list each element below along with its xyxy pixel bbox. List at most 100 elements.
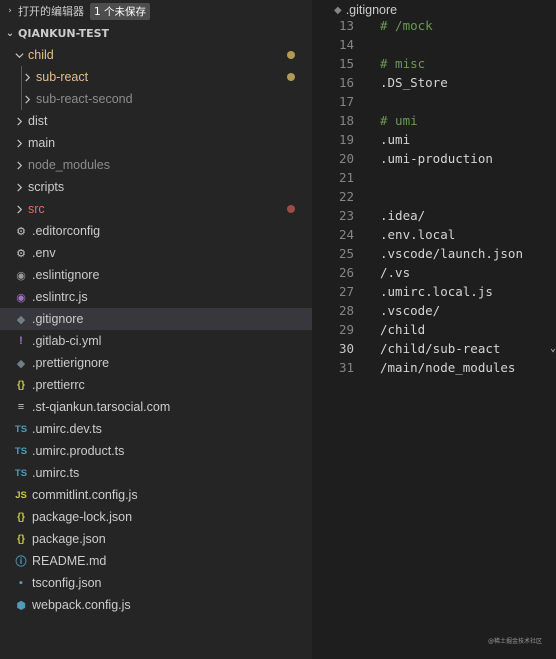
chevron-right-icon[interactable] [12, 116, 26, 126]
chevron-right-icon[interactable] [12, 138, 26, 148]
tree-item-label: .eslintignore [32, 268, 100, 282]
root-folder-title: QIANKUN-TEST [18, 26, 110, 40]
tree-item-label: README.md [32, 554, 107, 568]
code-line[interactable]: 28 .vscode/ [312, 301, 556, 320]
eslint-icon: ◉ [16, 291, 26, 304]
tsconfig-icon: ▪ [19, 577, 23, 589]
code-line[interactable]: 18 # umi [312, 111, 556, 130]
javascript-icon: JS [15, 489, 27, 501]
file-item[interactable]: ◉ .eslintrc.js [0, 286, 312, 308]
code-area[interactable]: 13 # /mock 14 15 # misc 16 .DS_Store 17 18 # umi 1… [312, 16, 556, 377]
tree-item-label: .umirc.ts [32, 466, 80, 480]
line-text: # umi [380, 113, 418, 128]
line-number: 22 [338, 189, 354, 204]
line-text: .env.local [380, 227, 456, 242]
line-text: /main/node_modules [380, 360, 516, 375]
file-item[interactable]: ◆ .prettierignore [0, 352, 312, 374]
tree-item-label: scripts [28, 180, 65, 194]
code-line[interactable]: 20 .umi-production [312, 149, 556, 168]
file-item[interactable]: ≡ .st-qiankun.tarsocial.com [0, 396, 312, 418]
code-line[interactable]: 23 .idea/ [312, 206, 556, 225]
typescript-icon: TS [14, 467, 28, 479]
code-line[interactable]: 14 [312, 35, 556, 54]
chevron-right-icon[interactable] [12, 204, 26, 214]
unsaved-badge: 1 个未保存 [90, 2, 151, 20]
folder-item[interactable]: dist [0, 110, 312, 132]
chevron-right-icon[interactable] [12, 160, 26, 170]
code-line[interactable]: 26 /.vs [312, 263, 556, 282]
folder-item[interactable]: child [0, 44, 312, 66]
typescript-icon: TS [14, 423, 28, 435]
file-item[interactable]: TS .umirc.ts [0, 462, 312, 484]
text-icon: ≡ [17, 401, 25, 413]
folder-item[interactable]: node_modules [0, 154, 312, 176]
line-text: .umi-production [380, 151, 493, 166]
chevron-down-icon[interactable]: ⌄ [550, 343, 556, 354]
file-item[interactable]: JS commitlint.config.js [0, 484, 312, 506]
code-line[interactable]: 17 [312, 92, 556, 111]
file-item[interactable]: ⚙ .editorconfig [0, 220, 312, 242]
folder-item[interactable]: src [0, 198, 312, 220]
line-number: 19 [338, 132, 354, 147]
folder-item[interactable]: sub-react [0, 66, 312, 88]
chevron-down-icon: ⌄ [5, 27, 15, 39]
file-item[interactable]: ⚙ .env [0, 242, 312, 264]
breadcrumb-filename[interactable]: .gitignore [346, 3, 397, 17]
line-text: .vscode/launch.json [380, 246, 523, 261]
tree-item-label: main [28, 136, 56, 150]
code-line[interactable]: 30/child/sub-react ⌄ [312, 339, 556, 358]
line-number: 24 [338, 227, 354, 242]
line-number: 21 [338, 170, 354, 185]
code-line[interactable]: 21 [312, 168, 556, 187]
file-item[interactable]: ⬢ webpack.config.js [0, 594, 312, 616]
code-line[interactable]: 29/child [312, 320, 556, 339]
file-item[interactable]: ◉ .eslintignore [0, 264, 312, 286]
chevron-down-icon[interactable] [12, 51, 26, 60]
explorer-sidebar: › 打开的编辑器 1 个未保存 ⌄ QIANKUN-TEST child sub-… [0, 0, 312, 659]
code-line[interactable]: 16 .DS_Store [312, 73, 556, 92]
line-text: # misc [380, 56, 426, 71]
folder-item[interactable]: sub-react-second [0, 88, 312, 110]
folder-item[interactable]: scripts [0, 176, 312, 198]
file-item[interactable]: ! .gitlab-ci.yml [0, 330, 312, 352]
modified-dot [287, 205, 295, 213]
open-editors-title: 打开的编辑器 [18, 5, 84, 18]
line-number: 16 [338, 75, 354, 90]
file-item[interactable]: {} .prettierrc [0, 374, 312, 396]
code-line[interactable]: 31/main/node_modules [312, 358, 556, 377]
folder-item[interactable]: main [0, 132, 312, 154]
file-item[interactable]: {} package-lock.json [0, 506, 312, 528]
line-number: 28 [338, 303, 354, 318]
typescript-icon: TS [14, 445, 28, 457]
modified-dot [287, 51, 295, 59]
code-line[interactable]: 24 .env.local [312, 225, 556, 244]
file-item[interactable]: ⓘ README.md [0, 550, 312, 572]
file-item[interactable]: TS .umirc.product.ts [0, 440, 312, 462]
tree-item-label: .eslintrc.js [32, 290, 88, 304]
file-tree: child sub-react sub-react-second dist main no… [0, 44, 312, 616]
line-number: 20 [338, 151, 354, 166]
code-line[interactable]: 27 .umirc.local.js [312, 282, 556, 301]
file-item[interactable]: {} package.json [0, 528, 312, 550]
git-icon: ◆ [16, 313, 26, 326]
code-line[interactable]: 13 # /mock [312, 16, 556, 35]
tree-item-label: webpack.config.js [32, 598, 131, 612]
code-line[interactable]: 19 .umi [312, 130, 556, 149]
line-number: 18 [338, 113, 354, 128]
modified-dot [287, 73, 295, 81]
code-line[interactable]: 22 [312, 187, 556, 206]
code-line[interactable]: 15 # misc [312, 54, 556, 73]
line-number: 27 [338, 284, 354, 299]
chevron-right-icon[interactable] [20, 72, 34, 82]
root-folder-header[interactable]: ⌄ QIANKUN-TEST [0, 22, 312, 44]
code-line[interactable]: 25 .vscode/launch.json [312, 244, 556, 263]
open-editors-header[interactable]: › 打开的编辑器 1 个未保存 [0, 0, 312, 22]
file-item[interactable]: ◆ .gitignore [0, 308, 312, 330]
chevron-right-icon[interactable] [20, 94, 34, 104]
file-item[interactable]: ▪ tsconfig.json [0, 572, 312, 594]
chevron-right-icon[interactable] [12, 182, 26, 192]
line-number: 26 [338, 265, 354, 280]
file-item[interactable]: TS .umirc.dev.ts [0, 418, 312, 440]
tree-item-label: .st-qiankun.tarsocial.com [32, 400, 171, 414]
git-file-icon: ◆ [334, 4, 342, 16]
